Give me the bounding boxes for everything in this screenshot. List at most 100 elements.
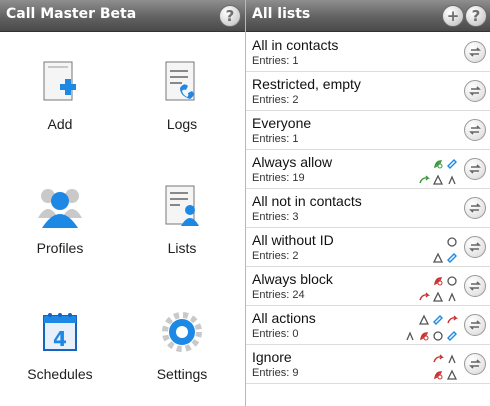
list-name: Ignore [252,349,292,365]
red-call-icon [432,366,444,380]
gear-icon [162,312,202,352]
blocked-icon [446,366,458,380]
edit-list-button[interactable] [464,197,486,219]
list-name: Everyone [252,115,312,131]
blocked-icon [432,288,444,302]
edit-list-button[interactable] [464,275,486,297]
blue-sms-icon [446,327,458,341]
blocked-icon [432,249,444,263]
edit-list-button[interactable] [464,119,486,141]
list-name: All without ID [252,232,334,248]
edit-list-button[interactable] [464,353,486,375]
plus-icon: + [446,7,460,25]
sync-arrows-icon [469,125,481,135]
logs-tile[interactable]: Logs [122,32,242,152]
question-mark-icon: ? [471,7,481,25]
list-entries-count: Entries: 1 [252,55,299,67]
add-list-button[interactable]: + [442,5,464,27]
profiles-label: Profiles [36,240,84,256]
reject-icon [446,272,458,286]
calendar-icon: 4 [43,313,77,351]
blue-sms-icon [432,311,444,325]
edit-list-button[interactable] [464,158,486,180]
blocked-icon [432,171,444,185]
sync-arrows-icon [469,47,481,57]
list-entries-count: Entries: 2 [252,250,299,262]
list-name: All in contacts [252,37,339,53]
lists-title: All lists [252,6,311,22]
sync-arrows-icon [469,86,481,96]
profiles-tile[interactable]: Profiles [0,156,120,276]
app-title-bar: Call Master Beta ? [0,0,245,32]
voicemail-icon [404,327,416,341]
blocked-icon [418,311,430,325]
app-title: Call Master Beta [6,6,137,22]
red-hangup-icon [446,311,459,324]
list-row[interactable]: All actions Entries: 0 [246,306,490,345]
list-entries-count: Entries: 19 [252,172,305,184]
list-row[interactable]: Ignore Entries: 9 [246,345,490,384]
main-menu-screen: Call Master Beta ? Add Logs Profiles Lis… [0,0,245,406]
contact-list-icon [165,185,199,226]
list-row[interactable]: All not in contacts Entries: 3 [246,189,490,228]
sync-arrows-icon [469,242,481,252]
list-entries-count: Entries: 9 [252,367,299,379]
list-name: Always allow [252,154,333,170]
lists-title-bar: All lists + ? [246,0,490,32]
list-row[interactable]: Everyone Entries: 1 [246,111,490,150]
green-forward-icon [418,171,431,184]
list-name: All not in contacts [252,193,362,209]
call-log-icon [165,61,195,101]
edit-list-button[interactable] [464,80,486,102]
add-list-icon [43,61,76,101]
list-entries-count: Entries: 0 [252,328,299,340]
settings-label: Settings [156,366,208,382]
help-button[interactable]: ? [219,5,241,27]
sync-arrows-icon [469,164,481,174]
edit-list-button[interactable] [464,314,486,336]
schedules-label: Schedules [27,366,93,382]
voicemail-icon [446,350,458,364]
question-mark-icon: ? [225,7,235,25]
list-entries-count: Entries: 2 [252,94,299,106]
list-entries-count: Entries: 24 [252,289,305,301]
list-row[interactable]: All without ID Entries: 2 [246,228,490,267]
add-tile[interactable]: Add [0,32,120,152]
sync-arrows-icon [469,281,481,291]
list-entries-count: Entries: 1 [252,133,299,145]
reject-icon [446,233,458,247]
schedules-tile[interactable]: 4 Schedules [0,282,120,402]
list-row[interactable]: Always allow Entries: 19 [246,150,490,189]
lists-tile[interactable]: Lists [122,156,242,276]
logs-label: Logs [166,116,198,132]
list-row[interactable]: Always block Entries: 24 [246,267,490,306]
list-entries-count: Entries: 3 [252,211,299,223]
reject-icon [432,327,444,341]
list-name: Always block [252,271,333,287]
edit-list-button[interactable] [464,41,486,63]
voicemail-icon [446,288,458,302]
red-call-icon [418,327,430,341]
list-name: Restricted, empty [252,76,361,92]
blue-sms-icon [446,155,458,169]
lists-label: Lists [167,240,197,256]
voicemail-icon [446,171,458,185]
blue-sms-icon [446,249,458,263]
svg-text:4: 4 [53,327,67,351]
profiles-people-icon [38,189,82,228]
list-row[interactable]: Restricted, empty Entries: 2 [246,72,490,111]
sync-arrows-icon [469,320,481,330]
settings-tile[interactable]: Settings [122,282,242,402]
green-call-icon [432,155,444,169]
sync-arrows-icon [469,203,481,213]
list-name: All actions [252,310,316,326]
list-row[interactable]: All in contacts Entries: 1 [246,33,490,72]
all-lists-screen: All lists + ? All in contacts Entries: 1 R… [246,0,490,406]
edit-list-button[interactable] [464,236,486,258]
lists-help-button[interactable]: ? [465,5,487,27]
red-hangup-icon [418,288,431,301]
sync-arrows-icon [469,359,481,369]
red-call-icon [432,272,444,286]
add-label: Add [47,116,73,132]
red-hangup-icon [432,350,445,363]
